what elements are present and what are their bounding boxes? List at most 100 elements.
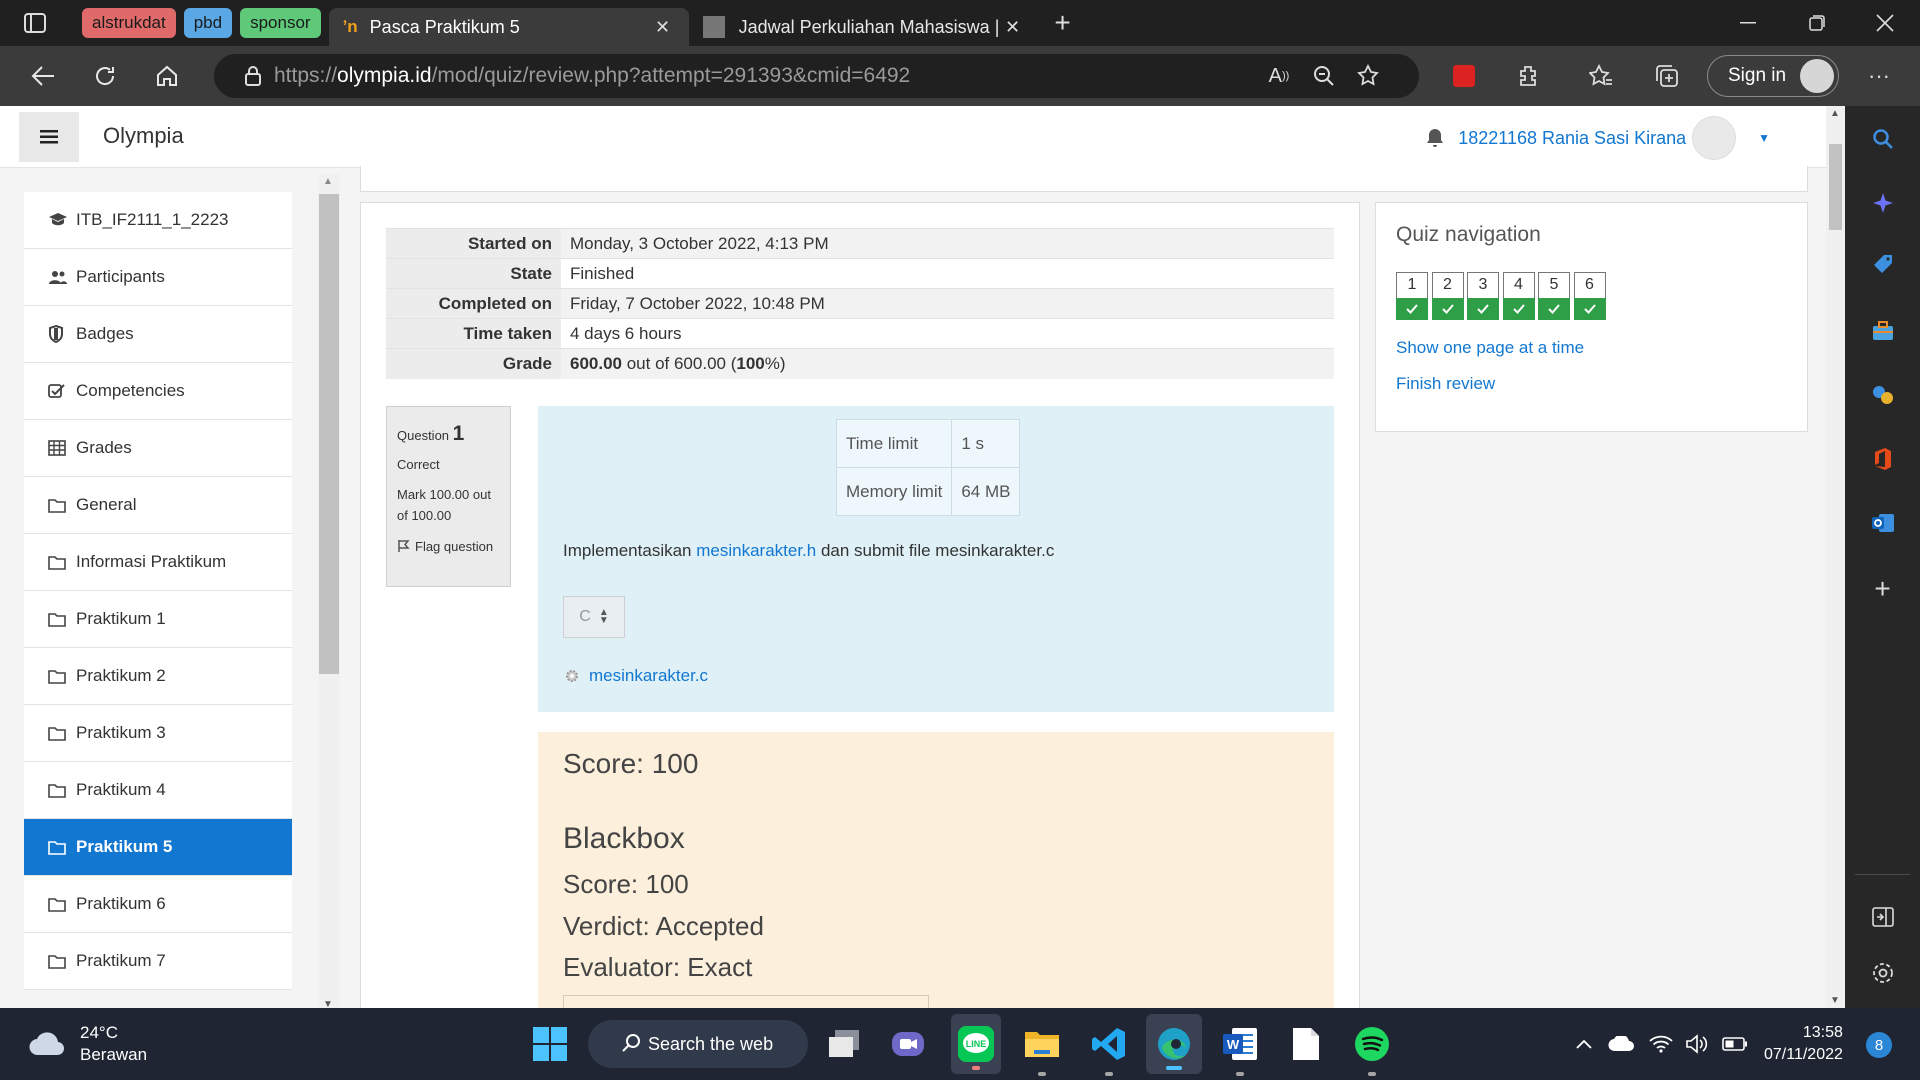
tab-group-alstrukdat[interactable]: alstrukdat [82, 8, 176, 38]
drawer-item-praktikum-4[interactable]: Praktikum 4 [24, 762, 292, 819]
tab-group-pbd[interactable]: pbd [183, 8, 233, 38]
sign-in-button[interactable]: Sign in [1707, 55, 1839, 97]
table-icon [48, 440, 72, 456]
search-icon[interactable] [1845, 112, 1920, 166]
language-select[interactable]: C ▲ ▼ [563, 596, 625, 638]
battery-icon[interactable] [1718, 1008, 1752, 1080]
favorites-icon[interactable] [1570, 46, 1632, 106]
page-scrollbar[interactable]: ▲ ▼ [1826, 106, 1845, 1008]
tab-group-sponsor[interactable]: sponsor [240, 8, 321, 38]
drawer-item-praktikum-6[interactable]: Praktikum 6 [24, 876, 292, 933]
user-avatar[interactable] [1692, 116, 1737, 160]
submitted-file[interactable]: mesinkarakter.c [563, 666, 708, 686]
summary-row: State Finished [386, 258, 1334, 289]
quiz-nav-question-6[interactable]: 6 [1573, 272, 1606, 320]
discover-sparkle-icon[interactable] [1845, 176, 1920, 230]
read-aloud-icon[interactable]: A)) [1254, 54, 1304, 98]
lock-icon[interactable] [244, 65, 262, 87]
drawer-item-label: Praktikum 1 [76, 609, 166, 628]
edge-browser-icon[interactable] [1146, 1014, 1202, 1074]
drawer-item-grades[interactable]: Grades [24, 420, 292, 477]
drawer-item-praktikum-7[interactable]: Praktikum 7 [24, 933, 292, 990]
url-text[interactable]: https://olympia.id/mod/quiz/review.php?a… [274, 64, 910, 88]
quiz-nav-question-5[interactable]: 5 [1538, 272, 1570, 320]
taskbar-search[interactable]: Search the web [588, 1020, 808, 1068]
start-windows-icon[interactable] [528, 1008, 572, 1080]
close-tab-icon[interactable]: ✕ [1001, 15, 1025, 39]
favorite-add-icon[interactable] [1344, 54, 1394, 98]
tab-pasca-praktikum[interactable]: ʼn Pasca Praktikum 5 ✕ [328, 8, 689, 46]
extension-mendeley-icon[interactable] [1433, 46, 1495, 106]
drawer-item-label: Praktikum 7 [76, 951, 166, 970]
file-explorer-icon[interactable] [1018, 1008, 1066, 1080]
outlook-icon[interactable] [1845, 496, 1920, 550]
drawer-item-participants[interactable]: Participants [24, 249, 292, 306]
notepad-icon[interactable] [1282, 1008, 1330, 1080]
shopping-tag-icon[interactable] [1845, 238, 1920, 292]
office-icon[interactable] [1845, 432, 1920, 486]
wifi-icon[interactable] [1646, 1008, 1676, 1080]
refresh-icon[interactable] [74, 46, 136, 106]
quiz-nav-question-4[interactable]: 4 [1502, 272, 1535, 320]
drawer-item-praktikum-1[interactable]: Praktikum 1 [24, 591, 292, 648]
more-options-icon[interactable]: ··· [1848, 46, 1910, 106]
volume-icon[interactable] [1682, 1008, 1712, 1080]
minimize-icon[interactable] [1713, 0, 1783, 46]
spotify-icon[interactable] [1348, 1008, 1396, 1080]
add-sidebar-app-icon[interactable]: + [1845, 562, 1920, 616]
vscode-icon[interactable] [1085, 1008, 1133, 1080]
show-hidden-icons-icon[interactable] [1572, 1008, 1596, 1080]
limit-row: Memory limit 64 MB [835, 467, 1021, 516]
drawer-item-label: Grades [76, 438, 132, 457]
finish-review-link[interactable]: Finish review [1396, 374, 1495, 394]
drawer-item-itb-if2111-1-2223[interactable]: ITB_IF2111_1_2223 [24, 192, 292, 249]
sidebar-settings-icon[interactable] [1845, 946, 1920, 1000]
new-tab-icon[interactable]: + [1043, 3, 1083, 43]
drawer-scrollbar[interactable]: ▲ ▼ [318, 174, 340, 1008]
caret-down-icon[interactable]: ▼ [1758, 131, 1770, 145]
games-icon[interactable] [1845, 368, 1920, 422]
drawer-item-praktikum-3[interactable]: Praktikum 3 [24, 705, 292, 762]
tab-actions-icon[interactable] [12, 0, 58, 46]
menu-toggle-icon[interactable] [19, 112, 79, 162]
quiz-nav-question-3[interactable]: 3 [1467, 272, 1499, 320]
drawer-item-praktikum-2[interactable]: Praktikum 2 [24, 648, 292, 705]
task-view-icon[interactable] [822, 1008, 866, 1080]
quiz-nav-question-1[interactable]: 1 [1396, 272, 1428, 320]
site-brand[interactable]: Olympia [103, 123, 184, 149]
drawer-item-competencies[interactable]: Competencies [24, 363, 292, 420]
home-icon[interactable] [136, 46, 198, 106]
close-window-icon[interactable] [1850, 0, 1920, 46]
file-link[interactable]: mesinkarakter.c [589, 666, 708, 686]
drawer-item-informasi-praktikum[interactable]: Informasi Praktikum [24, 534, 292, 591]
bell-icon[interactable] [1426, 128, 1444, 148]
weather-widget[interactable]: 24°C Berawan [28, 1022, 147, 1066]
tools-briefcase-icon[interactable] [1845, 304, 1920, 358]
extensions-icon[interactable] [1497, 46, 1559, 106]
close-tab-icon[interactable]: ✕ [651, 15, 675, 39]
onedrive-cloud-icon[interactable] [1606, 1008, 1636, 1080]
line-app-icon[interactable]: LINE [951, 1014, 1001, 1074]
correct-check-icon [1502, 298, 1535, 320]
teams-chat-icon[interactable] [886, 1008, 930, 1080]
collections-icon[interactable] [1636, 46, 1698, 106]
quiz-nav-question-2[interactable]: 2 [1431, 272, 1464, 320]
user-name[interactable]: 18221168 Rania Sasi Kirana [1458, 128, 1686, 149]
back-icon[interactable] [12, 46, 74, 106]
drawer-item-general[interactable]: General [24, 477, 292, 534]
notification-badge[interactable]: 8 [1866, 1032, 1892, 1058]
flag-question-button[interactable]: Flag question [397, 537, 500, 558]
drawer-item-praktikum-5[interactable]: Praktikum 5 [24, 819, 292, 876]
word-icon[interactable]: W [1216, 1008, 1264, 1080]
tab-jadwal[interactable]: Jadwal Perkuliahan Mahasiswa | S ✕ [689, 8, 1039, 46]
hide-sidebar-icon[interactable] [1845, 890, 1920, 944]
header-file-link[interactable]: mesinkarakter.h [696, 541, 816, 560]
address-bar[interactable]: https://olympia.id/mod/quiz/review.php?a… [214, 54, 1419, 98]
zoom-out-icon[interactable] [1299, 54, 1349, 98]
restore-icon[interactable] [1782, 0, 1852, 46]
question-text-region: Time limit 1 s Memory limit 64 MB Implemen… [538, 406, 1334, 712]
system-clock[interactable]: 13:58 07/11/2022 [1764, 1022, 1843, 1067]
show-one-page-link[interactable]: Show one page at a time [1396, 338, 1584, 358]
drawer-item-badges[interactable]: Badges [24, 306, 292, 363]
user-menu[interactable]: 18221168 Rania Sasi Kirana ▼ [1426, 116, 1770, 160]
